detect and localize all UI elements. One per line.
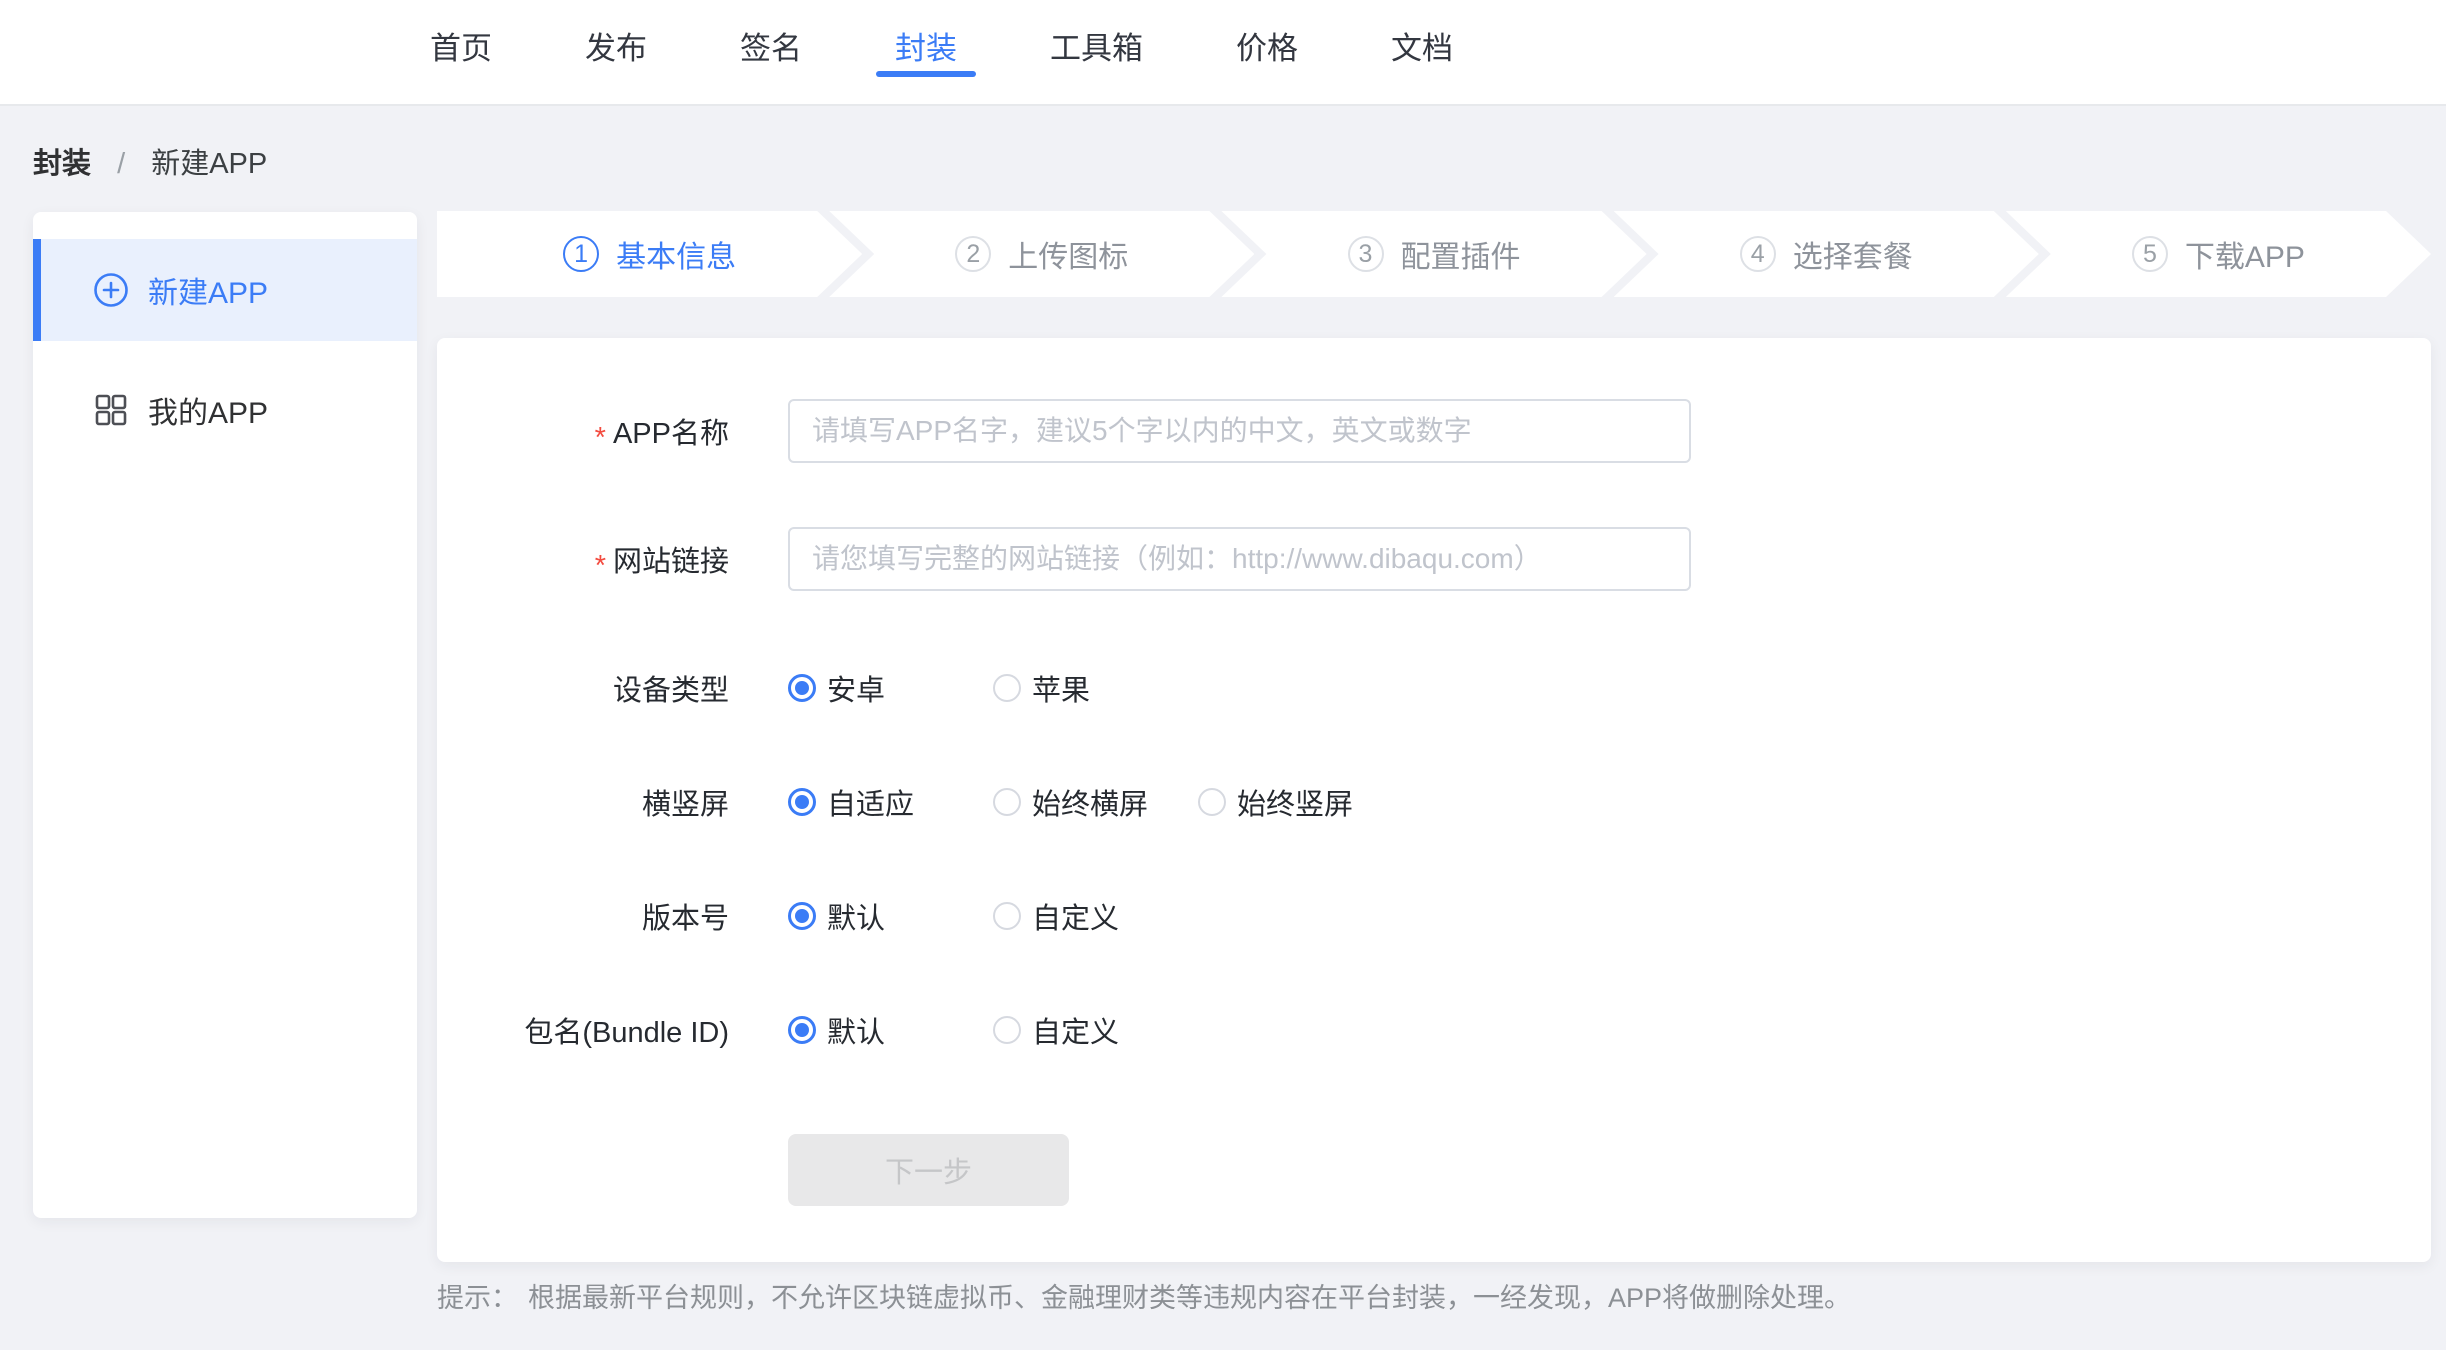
radio-label: 自定义: [1032, 895, 1119, 937]
radio-unselected-icon: [993, 788, 1021, 816]
radio-unselected-icon: [1198, 788, 1226, 816]
field-label: 横竖屏: [437, 781, 729, 823]
next-step-button[interactable]: 下一步: [788, 1134, 1069, 1206]
nav-item-home[interactable]: 首页: [411, 0, 511, 104]
steps-wizard: 1 基本信息 2 上传图标 3 配置插件 4 选择套餐 5 下载APP: [437, 211, 2431, 297]
form-card: *APP名称 *网站链接 设备类型 安卓 苹果 横竖屏 自适应: [437, 338, 2431, 1262]
radio-auto-orientation[interactable]: 自适应: [788, 781, 993, 823]
required-asterisk: *: [595, 550, 606, 582]
sidebar-item-new-app[interactable]: 新建APP: [33, 239, 417, 341]
breadcrumb-separator: /: [117, 148, 125, 180]
hint-label: 提示：: [437, 1283, 518, 1313]
form-row-device-type: 设备类型 安卓 苹果: [437, 660, 2431, 716]
radio-unselected-icon: [993, 674, 1021, 702]
step-number: 5: [2132, 236, 2168, 272]
step-label: 上传图标: [1008, 232, 1128, 276]
field-label: *APP名称: [437, 410, 729, 452]
step-number: 4: [1740, 236, 1776, 272]
radio-unselected-icon: [993, 1016, 1021, 1044]
site-url-input[interactable]: [788, 527, 1691, 591]
step-label: 下载APP: [2185, 232, 2305, 276]
field-label: *网站链接: [437, 538, 729, 580]
radio-bundle-custom[interactable]: 自定义: [993, 1009, 1198, 1051]
radio-label: 默认: [827, 1009, 885, 1051]
step-download-app: 5 下载APP: [2006, 211, 2431, 297]
sidebar-item-my-apps[interactable]: 我的APP: [33, 359, 417, 461]
nav-item-signature[interactable]: 签名: [721, 0, 821, 104]
radio-unselected-icon: [993, 902, 1021, 930]
radio-selected-icon: [788, 902, 816, 930]
field-label: 设备类型: [437, 667, 729, 709]
radio-selected-icon: [788, 788, 816, 816]
version-radio-group: 默认 自定义: [788, 895, 1198, 937]
nav-item-pricing[interactable]: 价格: [1217, 0, 1317, 104]
device-type-radio-group: 安卓 苹果: [788, 667, 1198, 709]
radio-always-landscape[interactable]: 始终横屏: [993, 781, 1198, 823]
form-row-site-url: *网站链接: [437, 527, 2431, 591]
bundle-id-radio-group: 默认 自定义: [788, 1009, 1198, 1051]
radio-label: 始终竖屏: [1237, 781, 1353, 823]
form-row-version: 版本号 默认 自定义: [437, 888, 2431, 944]
radio-label: 自定义: [1032, 1009, 1119, 1051]
radio-label: 苹果: [1032, 667, 1090, 709]
step-upload-icon: 2 上传图标: [829, 211, 1254, 297]
radio-version-custom[interactable]: 自定义: [993, 895, 1198, 937]
breadcrumb-section[interactable]: 封装: [33, 148, 91, 180]
nav-list: 首页 发布 签名 封装 工具箱 价格 文档: [411, 0, 2446, 104]
field-label-text: APP名称: [613, 418, 729, 450]
nav-item-package[interactable]: 封装: [876, 0, 976, 104]
radio-always-portrait[interactable]: 始终竖屏: [1198, 781, 1403, 823]
sidebar-item-label: 新建APP: [148, 268, 268, 312]
grid-icon: [94, 393, 128, 427]
field-label-text: 网站链接: [613, 546, 729, 578]
nav-item-toolbox[interactable]: 工具箱: [1031, 0, 1162, 104]
radio-ios[interactable]: 苹果: [993, 667, 1198, 709]
field-label: 包名(Bundle ID): [437, 1009, 729, 1051]
nav-item-docs[interactable]: 文档: [1372, 0, 1472, 104]
field-label: 版本号: [437, 895, 729, 937]
radio-android[interactable]: 安卓: [788, 667, 993, 709]
hint-text: 根据最新平台规则，不允许区块链虚拟币、金融理财类等违规内容在平台封装，一经发现，…: [528, 1283, 1851, 1313]
radio-label: 安卓: [827, 667, 885, 709]
required-asterisk: *: [595, 422, 606, 454]
radio-bundle-default[interactable]: 默认: [788, 1009, 993, 1051]
step-choose-plan: 4 选择套餐: [1614, 211, 2039, 297]
sidebar-item-label: 我的APP: [148, 388, 268, 432]
step-basic-info: 1 基本信息: [437, 211, 862, 297]
sidebar: 新建APP 我的APP: [33, 212, 417, 1218]
breadcrumb: 封装 / 新建APP: [33, 136, 267, 192]
form-row-app-name: *APP名称: [437, 399, 2431, 463]
top-navigation: 首页 发布 签名 封装 工具箱 价格 文档: [0, 0, 2446, 106]
radio-label: 自适应: [827, 781, 914, 823]
breadcrumb-current: 新建APP: [151, 148, 267, 180]
plus-circle-icon: [94, 273, 128, 307]
step-number: 2: [955, 236, 991, 272]
step-number: 1: [563, 236, 599, 272]
step-configure-plugins: 3 配置插件: [1221, 211, 1646, 297]
radio-selected-icon: [788, 674, 816, 702]
step-number: 3: [1348, 236, 1384, 272]
radio-selected-icon: [788, 1016, 816, 1044]
nav-item-publish[interactable]: 发布: [566, 0, 666, 104]
form-row-bundle-id: 包名(Bundle ID) 默认 自定义: [437, 1002, 2431, 1058]
step-label: 基本信息: [616, 232, 736, 276]
app-name-input[interactable]: [788, 399, 1691, 463]
form-row-orientation: 横竖屏 自适应 始终横屏 始终竖屏: [437, 774, 2431, 830]
orientation-radio-group: 自适应 始终横屏 始终竖屏: [788, 781, 1403, 823]
radio-label: 始终横屏: [1032, 781, 1148, 823]
step-label: 配置插件: [1401, 232, 1521, 276]
footer-hint: 提示： 根据最新平台规则，不允许区块链虚拟币、金融理财类等违规内容在平台封装，一经…: [437, 1276, 1851, 1315]
step-label: 选择套餐: [1793, 232, 1913, 276]
radio-version-default[interactable]: 默认: [788, 895, 993, 937]
radio-label: 默认: [827, 895, 885, 937]
